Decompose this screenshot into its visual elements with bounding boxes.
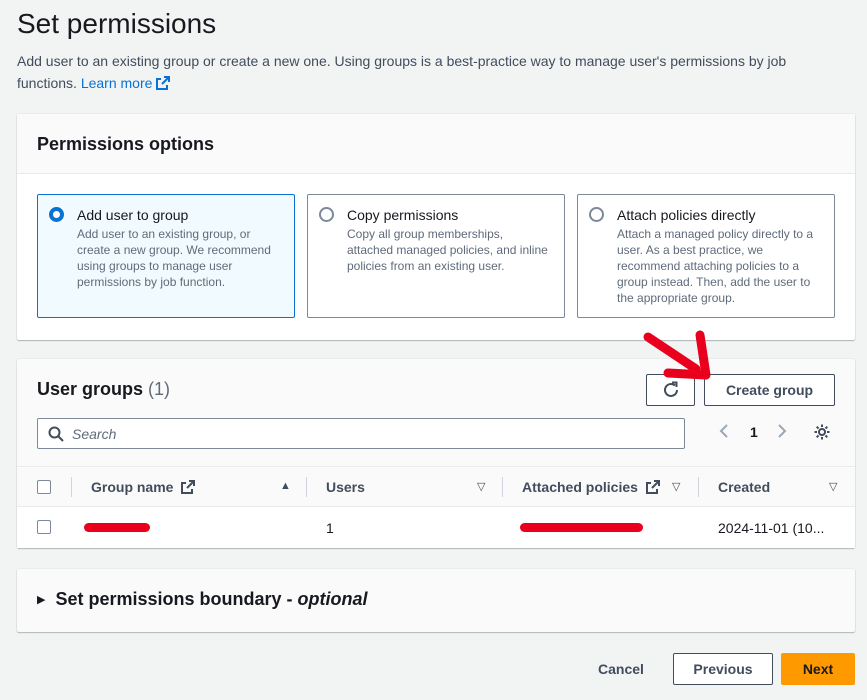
- search-box[interactable]: [37, 418, 685, 449]
- external-link-icon: [645, 480, 660, 494]
- option-add-user-to-group[interactable]: Add user to group Add user to an existin…: [37, 194, 295, 318]
- external-link-icon: [181, 480, 196, 494]
- column-users[interactable]: Users: [326, 479, 365, 495]
- column-divider: [698, 477, 699, 497]
- option-title: Add user to group: [77, 207, 189, 223]
- redacted-attached-policies[interactable]: [520, 523, 643, 532]
- gear-icon[interactable]: [813, 423, 831, 446]
- column-divider: [71, 477, 72, 497]
- table-row[interactable]: 1 2024-11-01 (10...: [17, 507, 855, 548]
- sort-up-icon[interactable]: ▲: [280, 480, 291, 492]
- option-attach-policies-directly[interactable]: Attach policies directly Attach a manage…: [577, 194, 835, 318]
- column-created[interactable]: Created: [718, 479, 770, 495]
- user-groups-panel: User groups (1) Create group 1 Group nam…: [17, 359, 855, 548]
- radio-attach-policies-directly[interactable]: [589, 207, 604, 222]
- user-groups-title: User groups (1): [37, 379, 170, 400]
- permissions-options-panel: Permissions options Add user to group Ad…: [17, 114, 855, 340]
- option-title: Copy permissions: [347, 207, 459, 223]
- redacted-group-name[interactable]: [84, 523, 150, 532]
- sort-down-icon[interactable]: ▽: [477, 480, 485, 493]
- option-title: Attach policies directly: [617, 207, 756, 223]
- boundary-optional-label: optional: [297, 589, 368, 609]
- search-input[interactable]: [72, 425, 652, 442]
- search-icon: [48, 426, 64, 442]
- page-title: Set permissions: [17, 8, 217, 39]
- user-groups-count: (1): [148, 379, 171, 399]
- sort-down-icon[interactable]: ▽: [829, 480, 837, 493]
- red-arrow-annotation: [643, 330, 711, 380]
- column-group-name[interactable]: Group name: [91, 479, 196, 495]
- radio-add-user-to-group[interactable]: [49, 207, 64, 222]
- sort-down-icon[interactable]: ▽: [672, 480, 680, 493]
- cell-created: 2024-11-01 (10...: [718, 520, 825, 536]
- column-attached-policies[interactable]: Attached policies: [522, 479, 660, 495]
- permissions-options-header: Permissions options: [17, 114, 855, 174]
- external-link-icon: [156, 76, 171, 90]
- option-description: Copy all group memberships, attached man…: [347, 227, 548, 273]
- cancel-button[interactable]: Cancel: [584, 653, 658, 685]
- create-group-button[interactable]: Create group: [704, 374, 835, 406]
- page-description: Add user to an existing group or create …: [17, 50, 837, 94]
- caret-right-icon: ▶: [37, 594, 46, 606]
- column-divider: [306, 477, 307, 497]
- option-copy-permissions[interactable]: Copy permissions Copy all group membersh…: [307, 194, 565, 318]
- select-all-checkbox[interactable]: [37, 480, 51, 494]
- column-divider: [502, 477, 503, 497]
- next-button[interactable]: Next: [781, 653, 855, 685]
- boundary-title-text: Set permissions boundary -: [55, 589, 298, 609]
- permissions-boundary-panel[interactable]: ▶ Set permissions boundary - optional: [17, 569, 855, 632]
- chevron-right-icon[interactable]: [777, 424, 787, 441]
- learn-more-link[interactable]: Learn more: [81, 75, 171, 91]
- option-description: Add user to an existing group, or create…: [77, 227, 271, 289]
- radio-copy-permissions[interactable]: [319, 207, 334, 222]
- table-header: Group name ▲ Users ▽ Attached policies ▽…: [17, 466, 855, 507]
- cell-users: 1: [326, 520, 334, 536]
- page-number[interactable]: 1: [750, 424, 758, 440]
- user-groups-title-text: User groups: [37, 379, 144, 399]
- chevron-left-icon[interactable]: [719, 424, 729, 441]
- option-description: Attach a managed policy directly to a us…: [617, 227, 814, 305]
- row-checkbox[interactable]: [37, 520, 51, 534]
- permissions-boundary-title[interactable]: ▶ Set permissions boundary - optional: [37, 589, 368, 610]
- previous-button[interactable]: Previous: [673, 653, 773, 685]
